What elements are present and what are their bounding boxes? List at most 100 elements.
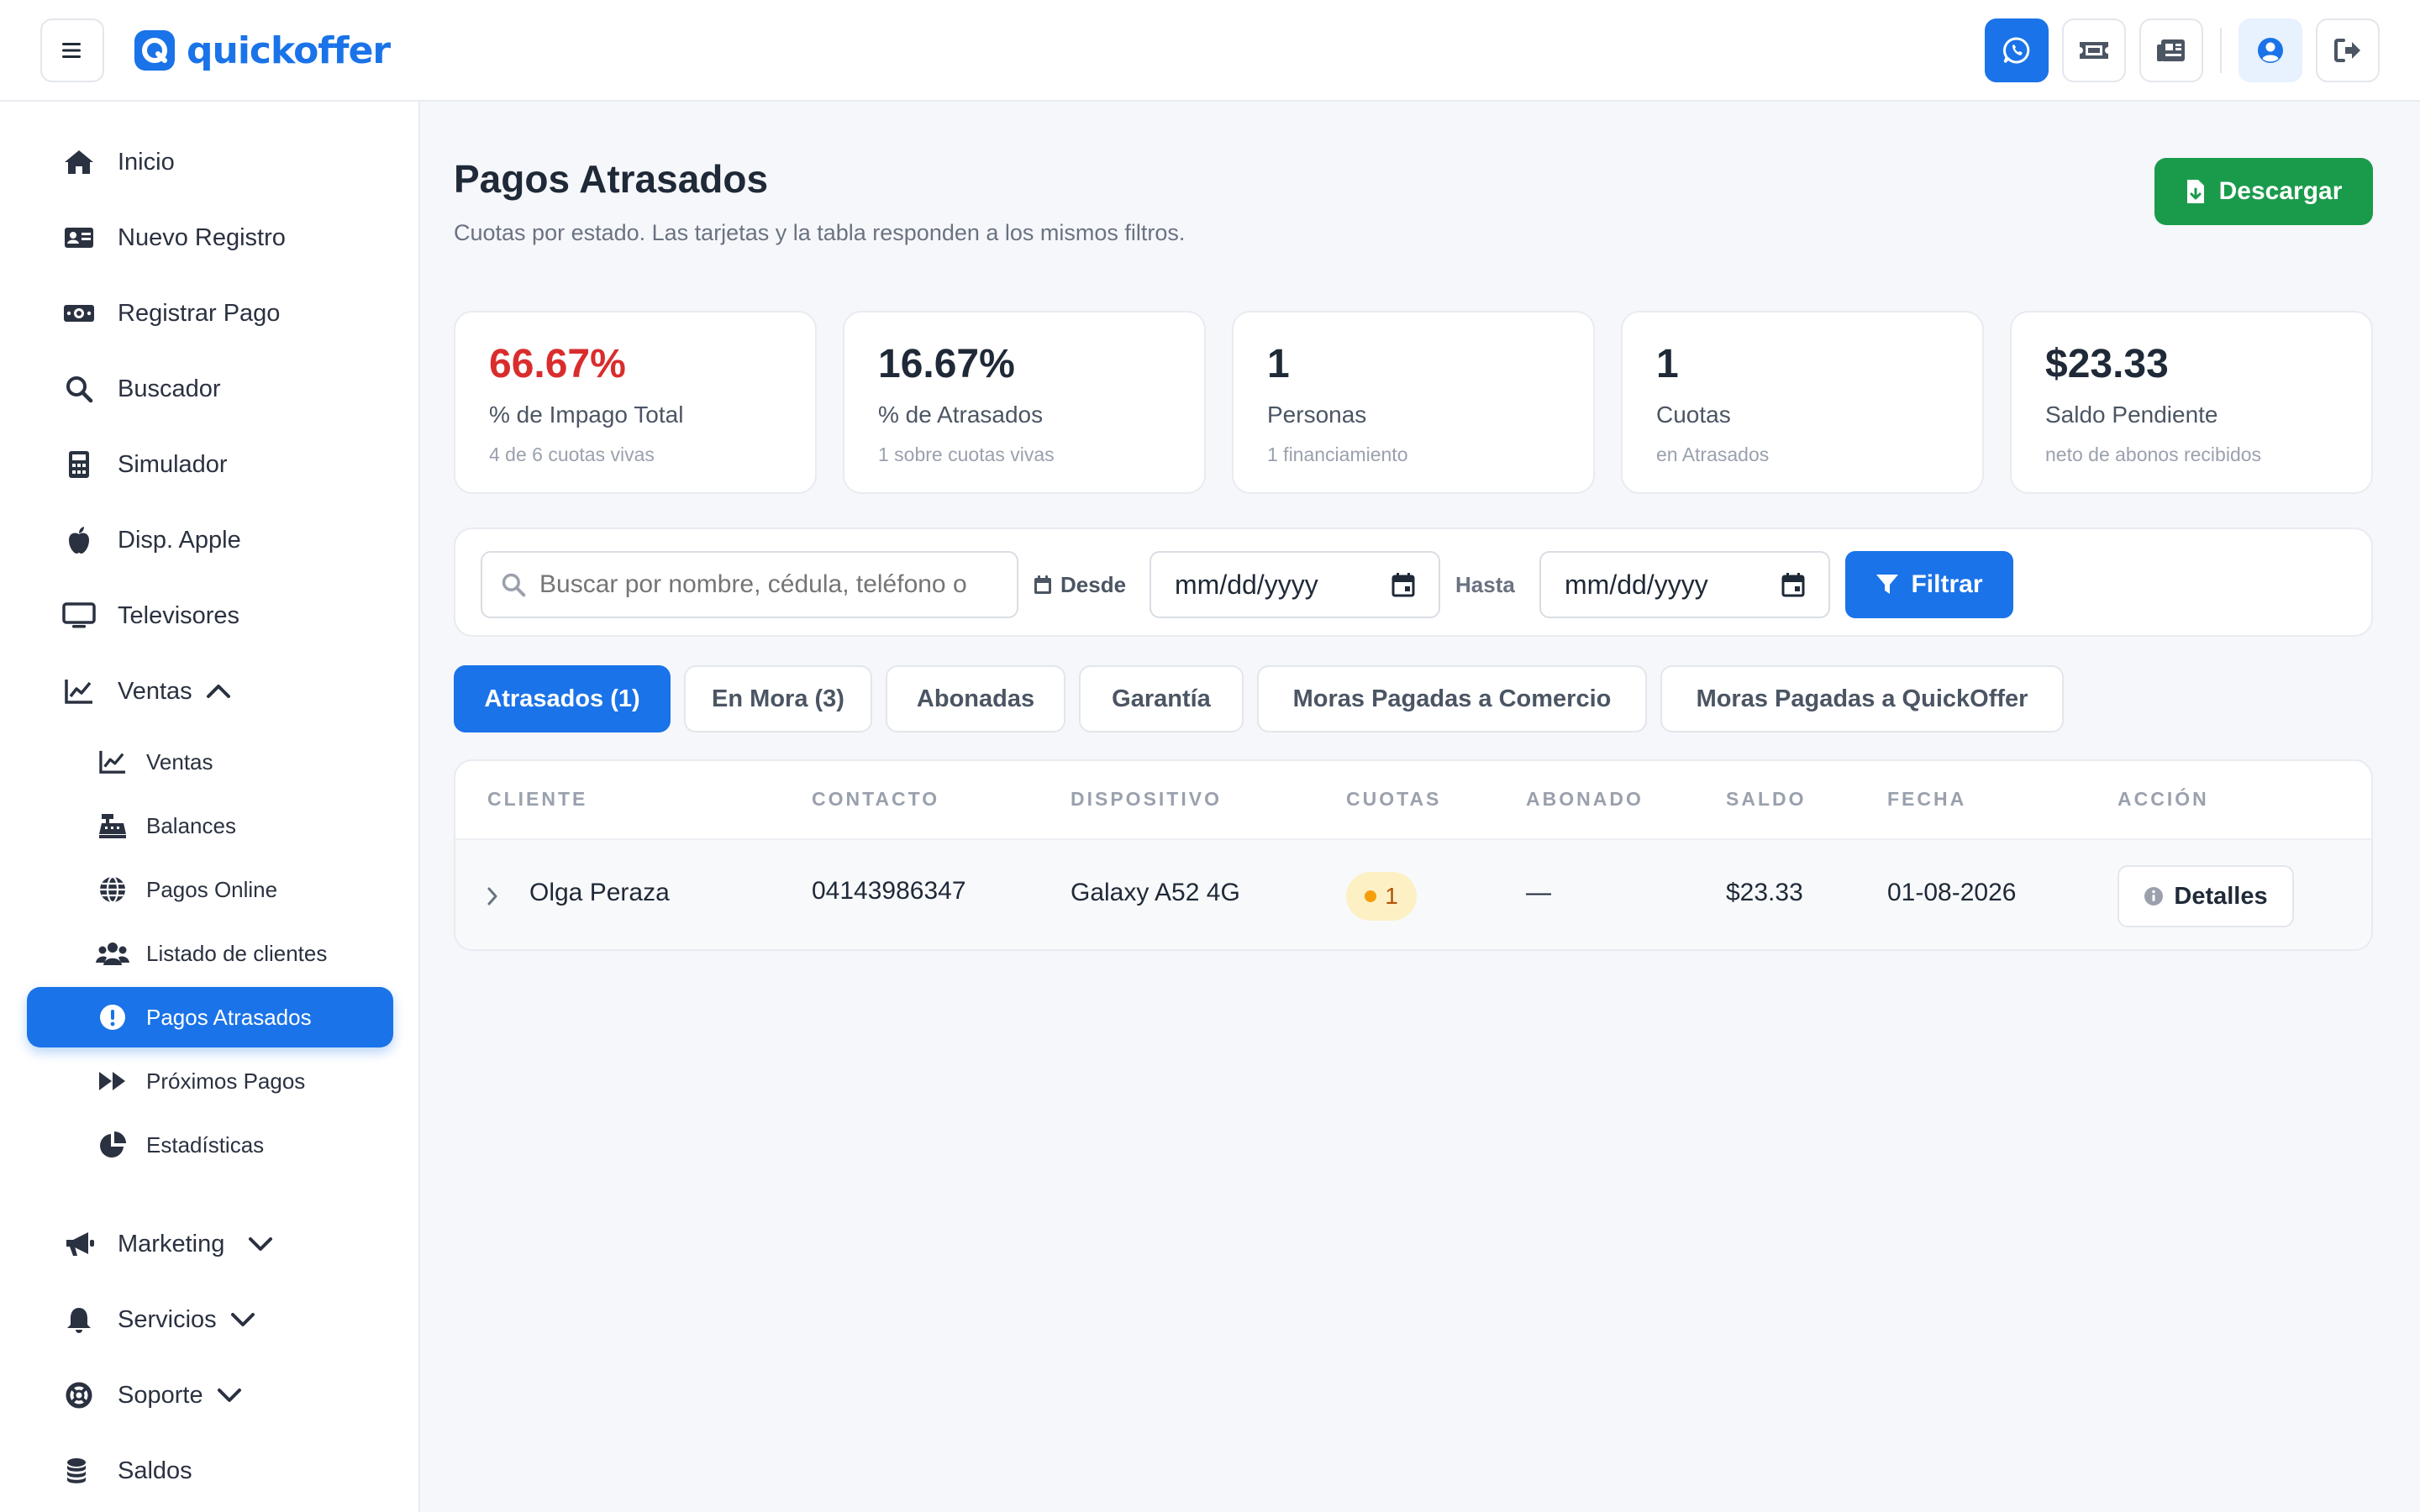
- download-button[interactable]: Descargar: [2154, 158, 2373, 225]
- overdue-payments-table: CLIENTE CONTACTO DISPOSITIVO CUOTAS ABON…: [454, 759, 2373, 951]
- sidebar-item-servicios[interactable]: Servicios: [27, 1289, 393, 1350]
- to-date-label: Hasta: [1455, 551, 1515, 618]
- column-header[interactable]: ABONADO: [1526, 788, 1644, 811]
- fast-forward-icon: [96, 1064, 129, 1098]
- logout-button[interactable]: [2316, 18, 2380, 82]
- filter-panel: Desde mm/dd/yyyy Hasta mm/dd/yyyy Filtra…: [454, 528, 2373, 637]
- cell-dispositivo: Galaxy A52 4G: [1071, 879, 1240, 906]
- sidebar-subitem-proximos-pagos[interactable]: Próximos Pagos: [27, 1051, 393, 1111]
- column-header[interactable]: SALDO: [1726, 788, 1807, 811]
- apple-icon: [62, 523, 96, 557]
- sidebar-item-nuevo-registro[interactable]: Nuevo Registro: [27, 207, 393, 268]
- tab-moras-pagadas-comercio[interactable]: Moras Pagadas a Comercio: [1257, 665, 1647, 732]
- stat-label: Cuotas: [1656, 402, 1731, 428]
- sidebar-subitem-estadisticas[interactable]: Estadísticas: [27, 1115, 393, 1175]
- search-input[interactable]: [539, 570, 1010, 599]
- logout-icon: [2334, 39, 2360, 62]
- search-icon: [62, 372, 96, 406]
- filter-icon: [1876, 575, 1899, 594]
- column-header[interactable]: CUOTAS: [1346, 788, 1441, 811]
- cuotas-count: 1: [1385, 883, 1398, 909]
- details-button[interactable]: Detalles: [2118, 865, 2294, 927]
- cell-saldo: $23.33: [1726, 879, 1803, 906]
- brand-logo[interactable]: quickoffer: [133, 25, 391, 76]
- cell-abonado: —: [1526, 879, 1551, 906]
- stat-card-atrasados: 16.67% % de Atrasados 1 sobre cuotas viv…: [843, 311, 1206, 494]
- column-header[interactable]: FECHA: [1887, 788, 1966, 811]
- sidebar-item-saldos[interactable]: Saldos: [27, 1441, 393, 1501]
- sidebar-item-registrar-pago[interactable]: Registrar Pago: [27, 283, 393, 344]
- sidebar-subitem-ventas[interactable]: Ventas: [27, 732, 393, 792]
- stat-label: % de Impago Total: [489, 402, 684, 428]
- cell-contacto: 04143986347: [812, 877, 966, 905]
- column-header[interactable]: CLIENTE: [487, 788, 587, 811]
- cell-cliente: Olga Peraza: [529, 879, 670, 906]
- chevron-down-icon[interactable]: [248, 1236, 273, 1252]
- sidebar-subitem-pagos-atrasados[interactable]: Pagos Atrasados: [27, 987, 393, 1047]
- sidebar-item-label: Televisores: [118, 601, 240, 629]
- cuotas-badge: 1: [1346, 872, 1417, 921]
- alert-circle-icon: [96, 1000, 129, 1034]
- to-date-input[interactable]: mm/dd/yyyy: [1539, 551, 1830, 618]
- user-profile-button[interactable]: [2238, 18, 2302, 82]
- stat-value: $23.33: [2045, 342, 2169, 386]
- sidebar-item-inicio[interactable]: Inicio: [27, 132, 393, 192]
- lifebuoy-icon: [62, 1378, 96, 1412]
- chevron-up-icon[interactable]: [206, 683, 231, 700]
- sidebar-item-buscador[interactable]: Buscador: [27, 359, 393, 419]
- calendar-icon[interactable]: [1392, 572, 1415, 597]
- sidebar-item-marketing[interactable]: Marketing: [27, 1214, 393, 1274]
- chevron-down-icon[interactable]: [230, 1311, 255, 1328]
- newspaper-button[interactable]: [2139, 18, 2203, 82]
- sidebar-subitem-label: Próximos Pagos: [146, 1068, 306, 1094]
- to-date-value: mm/dd/yyyy: [1565, 569, 1708, 600]
- user-circle-icon: [2258, 38, 2283, 63]
- from-date-value: mm/dd/yyyy: [1175, 569, 1318, 600]
- chevron-right-icon[interactable]: [486, 885, 499, 907]
- search-icon: [502, 573, 526, 597]
- sidebar-subitem-pagos-online[interactable]: Pagos Online: [27, 859, 393, 920]
- sidebar-item-label: Servicios: [118, 1305, 217, 1333]
- table-row[interactable]: Olga Peraza 04143986347 Galaxy A52 4G 1 …: [455, 838, 2371, 949]
- column-header[interactable]: CONTACTO: [812, 788, 939, 811]
- ticket-button[interactable]: [2062, 18, 2126, 82]
- coins-icon: [62, 1454, 96, 1488]
- sidebar-subitem-balances[interactable]: Balances: [27, 795, 393, 856]
- brand-name: quickoffer: [187, 29, 391, 72]
- stat-card-personas: 1 Personas 1 financiamiento: [1232, 311, 1595, 494]
- column-header[interactable]: DISPOSITIVO: [1071, 788, 1222, 811]
- sidebar-subitem-label: Balances: [146, 812, 236, 838]
- sidebar-item-soporte[interactable]: Soporte: [27, 1365, 393, 1425]
- tab-atrasados[interactable]: Atrasados (1): [454, 665, 671, 732]
- sidebar-item-simulador[interactable]: Simulador: [27, 434, 393, 495]
- pie-chart-icon: [96, 1128, 129, 1162]
- stat-card-cuotas: 1 Cuotas en Atrasados: [1621, 311, 1984, 494]
- calculator-icon: [62, 448, 96, 481]
- from-date-input[interactable]: mm/dd/yyyy: [1150, 551, 1440, 618]
- sidebar-item-label: Simulador: [118, 450, 228, 478]
- tab-abonadas[interactable]: Abonadas: [886, 665, 1065, 732]
- search-field[interactable]: [481, 551, 1018, 618]
- cell-fecha: 01-08-2026: [1887, 879, 2017, 906]
- users-icon: [96, 937, 129, 970]
- sidebar-item-disp-apple[interactable]: Disp. Apple: [27, 510, 393, 570]
- hamburger-menu-button[interactable]: [40, 18, 104, 82]
- tab-moras-pagadas-quickoffer[interactable]: Moras Pagadas a QuickOffer: [1660, 665, 2064, 732]
- details-label: Detalles: [2174, 882, 2268, 910]
- tab-garantia[interactable]: Garantía: [1079, 665, 1244, 732]
- filter-button[interactable]: Filtrar: [1845, 551, 2013, 618]
- from-date-label: Desde: [1034, 551, 1126, 618]
- chevron-down-icon[interactable]: [217, 1387, 242, 1404]
- whatsapp-button[interactable]: [1985, 18, 2049, 82]
- calendar-icon[interactable]: [1781, 572, 1805, 597]
- sidebar-item-televisores[interactable]: Televisores: [27, 585, 393, 646]
- top-bar: quickoffer: [0, 0, 2420, 102]
- status-dot: [1365, 890, 1377, 902]
- column-header[interactable]: ACCIÓN: [2118, 788, 2209, 811]
- tab-en-mora[interactable]: En Mora (3): [684, 665, 872, 732]
- newspaper-icon: [2157, 39, 2185, 61]
- sidebar-subitem-listado-clientes[interactable]: Listado de clientes: [27, 923, 393, 984]
- stat-card-saldo-pendiente: $23.33 Saldo Pendiente neto de abonos re…: [2010, 311, 2373, 494]
- sidebar-item-ventas[interactable]: Ventas: [27, 661, 393, 722]
- file-download-icon: [2186, 180, 2204, 203]
